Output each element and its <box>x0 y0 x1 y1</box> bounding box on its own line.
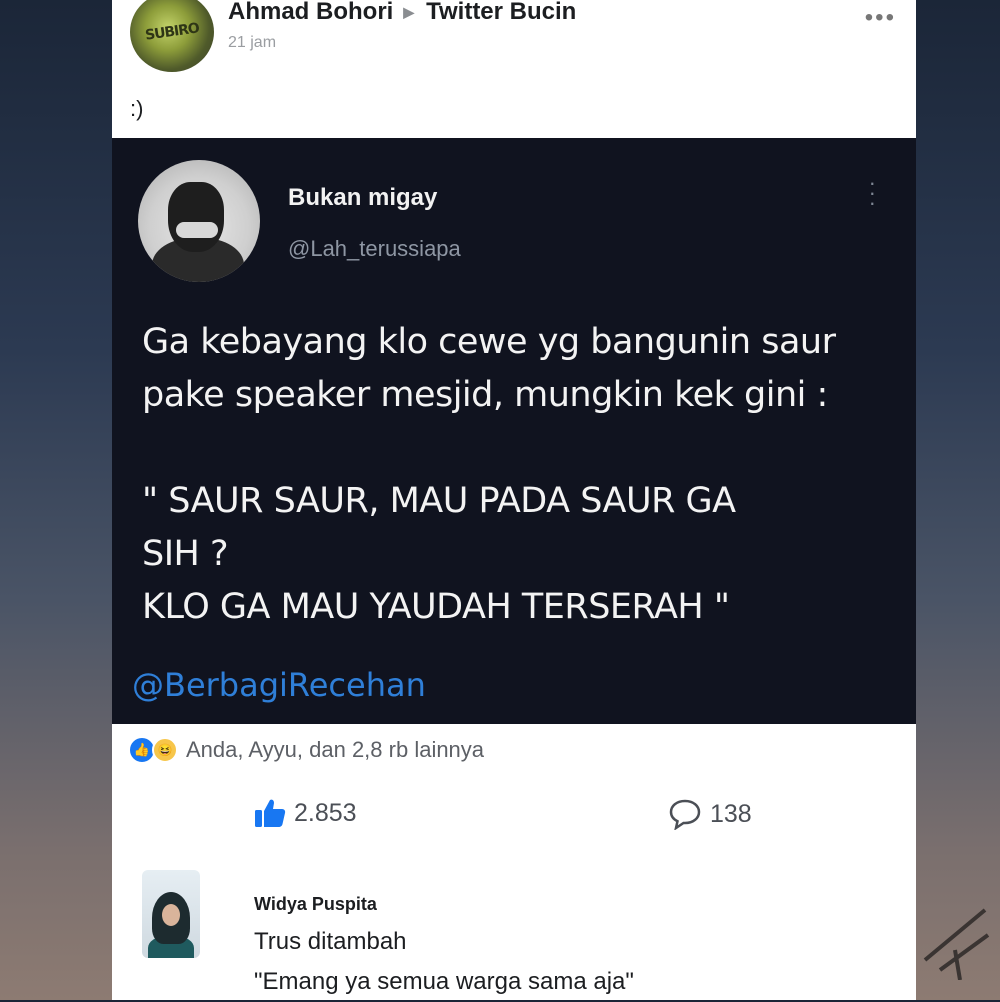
comment-button[interactable]: 138 <box>668 798 752 830</box>
tweet-quote-line: " SAUR SAUR, MAU PADA SAUR GA <box>142 481 736 521</box>
post-header: SUBIRO Ahmad Bohori ▶ Twitter Bucin 21 j… <box>112 0 916 138</box>
tweet-display-name: Bukan migay <box>288 184 438 211</box>
tweet-text: Ga kebayang klo cewe yg bangunin saur pa… <box>142 316 902 634</box>
tweet-quote-line: KLO GA MAU YAUDAH TERSERAH " <box>142 587 730 627</box>
comment-bubble-icon <box>669 799 701 830</box>
tweet-quote-line: SIH ? <box>142 534 229 574</box>
tweet-line: pake speaker mesjid, mungkin kek gini : <box>142 375 828 415</box>
kebab-menu-icon: · · · <box>868 170 876 215</box>
arrow-right-icon: ▶ <box>403 3 415 20</box>
reactions-summary[interactable]: 👍 😆 Anda, Ayyu, dan 2,8 rb lainnya <box>128 736 484 764</box>
group-name[interactable]: Twitter Bucin <box>426 0 576 26</box>
thumbs-up-icon <box>255 799 286 827</box>
comment-text: Trus ditambah "Emang ya semua warga sama… <box>254 922 634 1002</box>
reactions-summary-text: Anda, Ayyu, dan 2,8 rb lainnya <box>186 737 485 762</box>
author-avatar[interactable]: SUBIRO <box>130 0 214 72</box>
background-structure <box>923 908 990 980</box>
commenter-avatar[interactable] <box>142 870 200 958</box>
haha-reaction-icon: 😆 <box>152 737 178 763</box>
like-button[interactable]: 2.853 <box>254 798 357 828</box>
avatar-graffiti: SUBIRO <box>144 20 200 44</box>
more-dots-icon[interactable]: ••• <box>865 4 896 32</box>
commenter-name[interactable]: Widya Puspita <box>254 894 377 915</box>
tweet-avatar <box>138 160 260 282</box>
comment: Widya Puspita Trus ditambah "Emang ya se… <box>112 858 916 1000</box>
tweet-handle: @Lah_terussiapa <box>288 236 461 261</box>
avatar-head <box>168 182 224 252</box>
author-name[interactable]: Ahmad Bohori <box>228 0 393 26</box>
post-stats: 👍 😆 Anda, Ayyu, dan 2,8 rb lainnya 2.853… <box>112 724 916 858</box>
avatar-face <box>162 904 180 926</box>
comment-line: "Emang ya semua warga sama aja" <box>254 968 634 995</box>
likes-count: 2.853 <box>294 798 357 827</box>
post-caption: :) <box>130 96 144 121</box>
tweet-line: Ga kebayang klo cewe yg bangunin saur <box>142 322 836 362</box>
comment-line: Trus ditambah <box>254 928 407 955</box>
avatar-hand <box>176 222 218 238</box>
comments-count: 138 <box>710 799 752 828</box>
watermark: @BerbagiRecehan <box>132 666 426 704</box>
post-author-line: Ahmad Bohori ▶ Twitter Bucin <box>228 0 576 26</box>
tweet-image[interactable]: Bukan migay @Lah_terussiapa · · · Ga kebay… <box>112 138 916 724</box>
post-time[interactable]: 21 jam <box>228 34 276 52</box>
